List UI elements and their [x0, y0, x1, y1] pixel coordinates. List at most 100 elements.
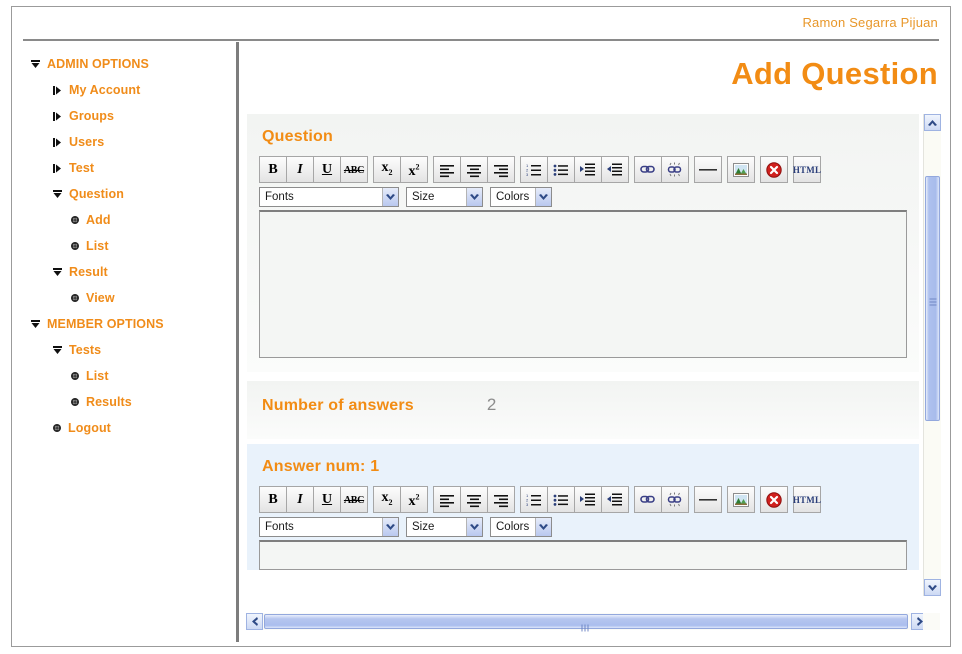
image-icon: [733, 493, 749, 507]
scroll-down-button[interactable]: [924, 579, 941, 596]
sidebar-item-label: My Account: [69, 83, 140, 97]
question-toolbar-group-7: [727, 156, 754, 183]
chevron-down-icon[interactable]: [466, 188, 482, 206]
question-html-source-button[interactable]: HTML: [793, 156, 821, 183]
vertical-scroll-thumb[interactable]: [925, 176, 940, 421]
sidebar-item-question[interactable]: Question: [13, 181, 236, 207]
h-scroll-thumb-grip: [582, 618, 591, 625]
question-italic-button[interactable]: I: [286, 156, 314, 183]
answer-1-italic-button[interactable]: I: [286, 486, 314, 513]
chevron-down-icon[interactable]: [466, 518, 482, 536]
bullet-dot-icon: [71, 216, 79, 224]
align-left-icon: [439, 162, 455, 178]
question-insert-image-button[interactable]: [727, 156, 755, 183]
question-editor-textarea[interactable]: [259, 210, 907, 358]
chevron-down-icon[interactable]: [535, 188, 551, 206]
sidebar-item-admin-options[interactable]: ADMIN OPTIONS: [13, 51, 236, 77]
chevron-down-icon[interactable]: [382, 188, 398, 206]
answer-1-align-right-button[interactable]: [487, 486, 515, 513]
number-of-answers-value[interactable]: 2: [487, 395, 497, 415]
answer-1-ordered-list-button[interactable]: 123: [520, 486, 548, 513]
question-indent-button[interactable]: [574, 156, 602, 183]
question-toolbar-group-8: [760, 156, 787, 183]
answer-1-editor-textarea[interactable]: [259, 540, 907, 570]
sidebar-item-label: View: [86, 291, 115, 305]
question-size-select[interactable]: Size: [406, 187, 483, 207]
question-editor-selects: Fonts Size Colors: [259, 187, 907, 207]
number-of-answers-panel: Number of answers 2: [247, 381, 919, 439]
sidebar-item-member-options[interactable]: MEMBER OPTIONS: [13, 311, 236, 337]
question-align-right-button[interactable]: [487, 156, 515, 183]
sidebar-item-view[interactable]: View: [13, 285, 236, 311]
scroll-up-button[interactable]: [924, 114, 941, 131]
sidebar-item-result[interactable]: Result: [13, 259, 236, 285]
question-unordered-list-button[interactable]: [547, 156, 575, 183]
sidebar-item-add[interactable]: Add: [13, 207, 236, 233]
answer-1-remove-link-button[interactable]: [661, 486, 689, 513]
vertical-scrollbar[interactable]: [923, 114, 940, 596]
question-align-center-button[interactable]: [460, 156, 488, 183]
form-panels: Question BIUABCx2x2123HTML FontsSizeColo…: [247, 114, 919, 570]
number-of-answers-row: Number of answers 2: [247, 381, 919, 425]
sidebar-item-list[interactable]: List: [13, 363, 236, 389]
chevron-down-icon[interactable]: [382, 518, 398, 536]
question-align-left-button[interactable]: [433, 156, 461, 183]
answer-1-align-center-button[interactable]: [460, 486, 488, 513]
question-ordered-list-button[interactable]: 123: [520, 156, 548, 183]
sidebar-item-groups[interactable]: Groups: [13, 103, 236, 129]
bullet-dot-icon: [71, 294, 79, 302]
vertical-scroll-track[interactable]: [924, 131, 941, 579]
chevron-down-icon[interactable]: [535, 518, 551, 536]
sidebar-item-logout[interactable]: Logout: [13, 415, 236, 441]
question-horizontal-rule-button[interactable]: [694, 156, 722, 183]
question-fonts-select[interactable]: Fonts: [259, 187, 399, 207]
horizontal-scrollbar[interactable]: [246, 613, 928, 630]
question-remove-format-button[interactable]: [760, 156, 788, 183]
sidebar-item-results[interactable]: Results: [13, 389, 236, 415]
answer-1-underline-button[interactable]: U: [313, 486, 341, 513]
bullet-dot-icon: [71, 242, 79, 250]
sidebar-item-users[interactable]: Users: [13, 129, 236, 155]
superscript-icon: x2: [409, 497, 420, 502]
answer-1-bold-button[interactable]: B: [259, 486, 287, 513]
answer-1-horizontal-rule-button[interactable]: [694, 486, 722, 513]
answer-1-size-select[interactable]: Size: [406, 517, 483, 537]
question-outdent-button[interactable]: [601, 156, 629, 183]
svg-text:3: 3: [526, 172, 529, 177]
answer-1-colors-select[interactable]: Colors: [490, 517, 552, 537]
answer-1-strikethrough-button[interactable]: ABC: [340, 486, 368, 513]
question-strikethrough-button[interactable]: ABC: [340, 156, 368, 183]
answer-1-align-left-button[interactable]: [433, 486, 461, 513]
sidebar-item-my-account[interactable]: My Account: [13, 77, 236, 103]
answer-1-superscript-button[interactable]: x2: [400, 486, 428, 513]
triangle-down-icon: [53, 268, 62, 277]
page-title: Add Question: [731, 56, 938, 92]
sidebar-item-tests[interactable]: Tests: [13, 337, 236, 363]
sidebar-item-label: Add: [86, 213, 111, 227]
sidebar-item-list[interactable]: List: [13, 233, 236, 259]
answer-1-indent-button[interactable]: [574, 486, 602, 513]
answer-1-outdent-button[interactable]: [601, 486, 629, 513]
subscript-icon: x2: [382, 167, 393, 173]
question-insert-link-button[interactable]: [634, 156, 662, 183]
question-remove-link-button[interactable]: [661, 156, 689, 183]
question-bold-button[interactable]: B: [259, 156, 287, 183]
answer-1-fonts-select[interactable]: Fonts: [259, 517, 399, 537]
sidebar-item-test[interactable]: Test: [13, 155, 236, 181]
horizontal-scroll-thumb[interactable]: [264, 614, 908, 629]
question-underline-button[interactable]: U: [313, 156, 341, 183]
triangle-down-icon: [53, 190, 62, 199]
answer-1-remove-format-button[interactable]: [760, 486, 788, 513]
unordered-list-icon: [553, 162, 569, 178]
answer-1-unordered-list-button[interactable]: [547, 486, 575, 513]
question-subscript-button[interactable]: x2: [373, 156, 401, 183]
outdent-icon: [607, 492, 623, 508]
answer-1-insert-link-button[interactable]: [634, 486, 662, 513]
answer-1-subscript-button[interactable]: x2: [373, 486, 401, 513]
horizontal-rule-icon: [699, 165, 717, 175]
answer-1-html-source-button[interactable]: HTML: [793, 486, 821, 513]
question-superscript-button[interactable]: x2: [400, 156, 428, 183]
answer-1-insert-image-button[interactable]: [727, 486, 755, 513]
scroll-left-button[interactable]: [246, 613, 263, 630]
question-colors-select[interactable]: Colors: [490, 187, 552, 207]
